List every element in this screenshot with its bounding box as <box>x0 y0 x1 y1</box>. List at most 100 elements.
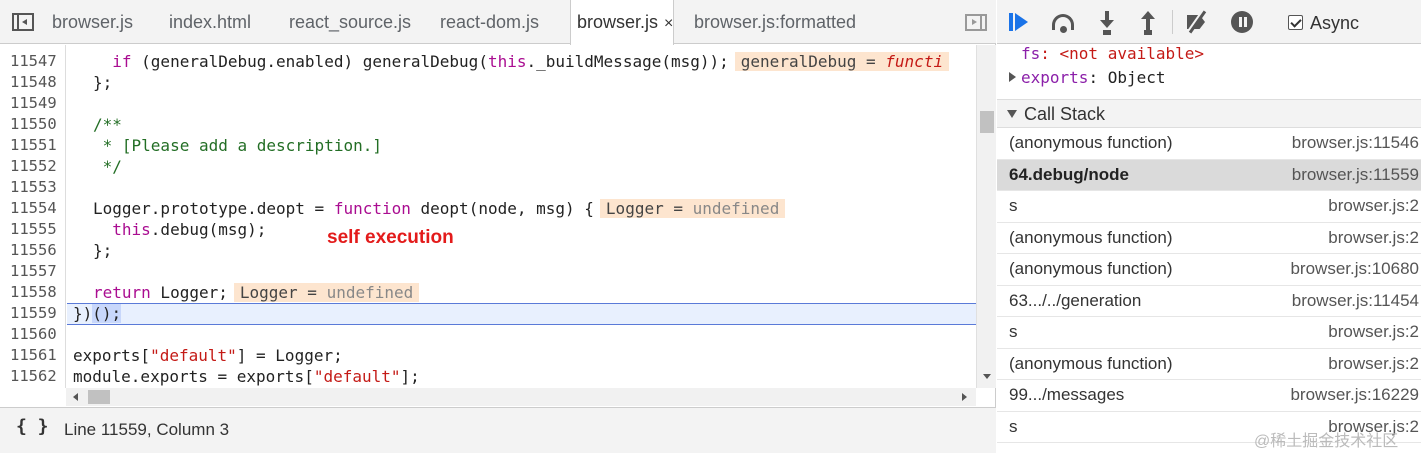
line-number[interactable]: 11556 <box>10 240 62 261</box>
code-token: /** <box>93 115 122 134</box>
call-stack-frame[interactable]: 63.../../generation browser.js:11454 <box>997 286 1421 317</box>
scope-entry-exports[interactable]: exports: Object <box>1021 68 1166 87</box>
call-stack-frame[interactable]: (anonymous function) browser.js:10680 <box>997 254 1421 286</box>
tab-index-html[interactable]: index.html <box>169 0 251 44</box>
tab-react-source-js[interactable]: react_source.js <box>289 0 411 44</box>
code-line: this.debug(msg); <box>93 219 266 240</box>
expand-arrow-icon[interactable] <box>1009 72 1016 82</box>
line-number[interactable]: 11558 <box>10 282 62 303</box>
call-stack-header[interactable]: Call Stack <box>997 99 1421 128</box>
code-line: })(); <box>73 303 122 324</box>
async-checkbox[interactable] <box>1288 15 1303 30</box>
call-stack-title: Call Stack <box>1024 104 1106 124</box>
line-number[interactable]: 11560 <box>10 324 62 345</box>
collapse-arrow-icon[interactable] <box>1007 110 1017 118</box>
vertical-scrollbar[interactable] <box>976 45 996 388</box>
debugger-sidebar: Async fs: <not available> exports: Objec… <box>997 0 1421 453</box>
tab-browser-js-active[interactable]: browser.js × <box>570 0 675 46</box>
horizontal-scrollbar[interactable] <box>66 388 976 406</box>
vertical-scroll-thumb[interactable] <box>980 111 994 133</box>
scroll-down-icon[interactable] <box>983 374 991 379</box>
line-number[interactable]: 11553 <box>10 177 62 198</box>
tab-label: index.html <box>169 12 252 32</box>
code-line: if (generalDebug.enabled) generalDebug(t… <box>93 51 950 72</box>
line-number[interactable]: 11549 <box>10 93 62 114</box>
tab-browser-js-formatted[interactable]: browser.js:formatted <box>694 0 856 44</box>
code-token: }; <box>93 241 113 260</box>
frame-function-name: (anonymous function) <box>1009 227 1173 247</box>
line-number[interactable]: 11559 <box>10 303 62 324</box>
tab-react-dom-js[interactable]: react-dom.js <box>440 0 539 44</box>
inline-value-chip: generalDebug = functi <box>734 52 950 71</box>
frame-function-name: 64.debug/node <box>1009 164 1129 184</box>
code-token: this <box>112 220 151 239</box>
resume-icon[interactable] <box>1009 11 1033 33</box>
inline-value: functi <box>885 52 944 71</box>
code-token: ._buildMessage(msg)); <box>526 52 729 71</box>
frame-location: browser.js:2 <box>1328 353 1419 373</box>
line-number[interactable]: 11555 <box>10 219 62 240</box>
line-number[interactable]: 11562 <box>10 366 62 387</box>
code-token: Logger; <box>150 283 228 302</box>
call-stack-frame[interactable]: (anonymous function) browser.js:2 <box>997 223 1421 254</box>
toggle-navigator-icon[interactable] <box>12 13 34 31</box>
code-token: */ <box>93 157 122 176</box>
inline-value-equals: = <box>663 199 693 218</box>
code-token: module.exports = exports[ <box>73 367 314 386</box>
step-over-icon[interactable] <box>1051 11 1075 33</box>
inline-value-name: generalDebug <box>740 52 857 71</box>
line-number[interactable]: 11550 <box>10 114 62 135</box>
tab-label: browser.js:formatted <box>694 12 857 32</box>
line-number[interactable]: 11561 <box>10 345 62 366</box>
frame-function-name: (anonymous function) <box>1009 353 1173 373</box>
pause-on-exceptions-icon[interactable] <box>1230 11 1254 33</box>
call-stack-frame[interactable]: s browser.js:2 <box>997 317 1421 349</box>
inline-value-chip: Logger = undefined <box>233 283 420 302</box>
line-number[interactable]: 11548 <box>10 72 62 93</box>
line-number[interactable]: 11563 <box>10 387 62 388</box>
line-number[interactable]: 11551 <box>10 135 62 156</box>
line-number[interactable]: 11557 <box>10 261 62 282</box>
code-line: module.exports = exports["default"]; <box>73 366 420 387</box>
deactivate-breakpoints-icon[interactable] <box>1186 10 1210 34</box>
code-token: "default" <box>313 367 401 386</box>
tab-browser-js[interactable]: browser.js <box>52 0 133 44</box>
toggle-debugger-icon[interactable] <box>965 14 987 31</box>
scroll-left-icon[interactable] <box>73 393 78 401</box>
pretty-print-button[interactable]: { } <box>16 416 49 437</box>
code-token: if <box>112 52 132 71</box>
step-out-icon[interactable] <box>1136 11 1160 35</box>
line-number-gutter[interactable]: 11547 11548 11549 11550 11551 11552 11553 11554… <box>0 45 66 388</box>
frame-function-name: 63.../../generation <box>1009 290 1142 310</box>
call-stack-frame[interactable]: 99.../messages browser.js:16229 <box>997 380 1421 412</box>
line-number[interactable]: 11554 <box>10 198 62 219</box>
frame-function-name: s <box>1009 196 1018 215</box>
watermark: @稀土掘金技术社区 <box>1254 433 1399 450</box>
frame-location: browser.js:2 <box>1328 322 1419 341</box>
call-stack-frame[interactable]: (anonymous function) browser.js:11546 <box>997 128 1421 160</box>
step-into-icon[interactable] <box>1095 11 1119 35</box>
line-number[interactable]: 11547 <box>10 51 62 72</box>
inline-value-name: Logger <box>605 199 664 218</box>
code-token: * [Please add a description.] <box>93 136 382 155</box>
call-stack-frame[interactable]: s browser.js:2 <box>997 191 1421 223</box>
code-token: function <box>333 199 411 218</box>
code-editor[interactable]: 11547 11548 11549 11550 11551 11552 11553 11554… <box>0 45 976 388</box>
code-line: }; <box>93 240 112 261</box>
scope-variables: fs: <not available> exports: Object <box>997 44 1421 100</box>
code-token: deopt(node, msg) { <box>410 199 594 218</box>
scope-entry-fs: fs: <not available> <box>1021 44 1205 63</box>
inline-value-name: Logger <box>239 283 298 302</box>
async-label[interactable]: Async <box>1310 13 1359 34</box>
close-tab-icon[interactable]: × <box>664 2 673 46</box>
horizontal-scroll-thumb[interactable] <box>88 390 110 404</box>
call-stack-frame[interactable]: 64.debug/node browser.js:11559 <box>997 159 1421 191</box>
editor-tab-bar: browser.js index.html react_source.js re… <box>0 0 996 46</box>
call-stack-frame[interactable]: (anonymous function) browser.js:2 <box>997 349 1421 380</box>
frame-function-name: (anonymous function) <box>1009 259 1173 278</box>
code-line: */ <box>93 156 122 177</box>
code-token: "default" <box>150 346 237 365</box>
scroll-right-icon[interactable] <box>962 393 967 401</box>
line-number[interactable]: 11552 <box>10 156 62 177</box>
